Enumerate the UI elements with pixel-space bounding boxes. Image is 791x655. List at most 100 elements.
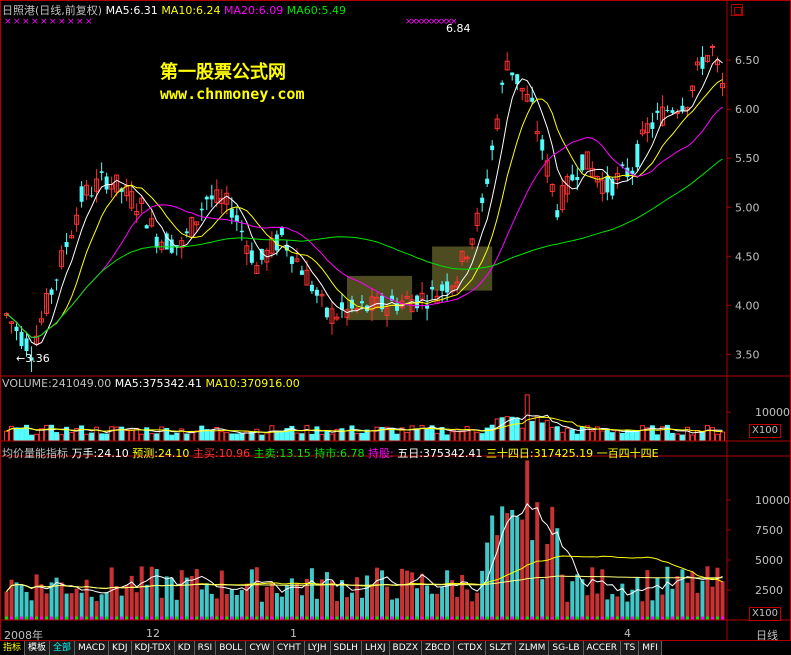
y-ticks: 6.50 6.00 5.50 5.00 4.50 4.00 3.50 10000 10000 75…: [727, 54, 790, 597]
indicator-dot: [100, 616, 104, 620]
price-tick-label: 4.50: [735, 250, 760, 263]
indicator-bar: [194, 569, 199, 620]
indicator-bar: [269, 582, 274, 620]
volume-bar: [314, 426, 320, 442]
low-annotation: ←3.36: [16, 352, 50, 365]
x-axis-month-12: 12: [146, 627, 160, 640]
indicator-bar: [234, 594, 239, 620]
volume-bar: [559, 431, 565, 442]
volume-ma5: MA5:375342.41: [114, 377, 202, 390]
volume-bar: [704, 425, 710, 442]
tab-kdj[interactable]: KDJ: [109, 641, 132, 655]
price-tick-label: 4.00: [735, 299, 760, 312]
signal-marker: ×: [76, 17, 84, 27]
volume-bars: [4, 394, 725, 442]
tab-cyht[interactable]: CYHT: [273, 641, 305, 655]
tab-lhxj[interactable]: LHXJ: [361, 641, 390, 655]
stock-chart[interactable]: × × × × × × × × × × ×××××××××× 6.50 6.00 5.50 5.00 4.5…: [0, 0, 791, 655]
tab-macd[interactable]: MACD: [75, 641, 110, 655]
candle-body: [650, 122, 655, 129]
tab-rsi[interactable]: RSI: [194, 641, 217, 655]
tab-ctdx[interactable]: CTDX: [454, 641, 487, 655]
indicator-bar: [715, 567, 720, 620]
volume-bar: [309, 433, 315, 442]
volume-bar: [14, 427, 20, 442]
indicator-dot: [670, 616, 675, 620]
indicator-dot: [555, 616, 559, 620]
volume-bar: [464, 426, 470, 442]
close-icon[interactable]: [731, 4, 743, 16]
candle-body: [144, 225, 149, 229]
volume-bar: [669, 432, 675, 442]
indicator-dot: [180, 616, 184, 620]
tab-sg-lb[interactable]: SG-LB: [549, 641, 584, 655]
indicator-dot: [525, 616, 529, 620]
indicator-dot: [395, 616, 399, 620]
indicator-dot: [230, 616, 234, 620]
tab-模板[interactable]: 模板: [25, 641, 51, 655]
volume-bar: [449, 431, 455, 442]
indicator-tick-label: 5000: [755, 554, 783, 567]
candle-body: [99, 171, 104, 173]
indicator-dot: [90, 616, 94, 620]
indicator-bar: [289, 578, 294, 620]
volume-bar: [44, 424, 50, 442]
indicator-bar: [14, 582, 19, 620]
price-tick-label: 6.50: [735, 54, 760, 67]
tab-boll[interactable]: BOLL: [216, 641, 247, 655]
signal-marker: ×: [31, 17, 39, 27]
tab-mfi[interactable]: MFI: [639, 641, 662, 655]
volume-bar: [589, 430, 595, 442]
indicator-dot: [535, 616, 539, 620]
volume-bar: [444, 434, 450, 442]
indicator-dot: [110, 616, 114, 620]
tab-lyjh[interactable]: LYJH: [304, 641, 331, 655]
tab-bdzx[interactable]: BDZX: [389, 641, 422, 655]
indicator-dot: [75, 616, 79, 620]
indicator-dot: [200, 616, 204, 620]
tab-zbcd[interactable]: ZBCD: [421, 641, 455, 655]
volume-bar: [304, 424, 310, 442]
volume-bar: [539, 422, 545, 442]
indicator-tick-label: 10000: [755, 494, 790, 507]
indicator-dot: [24, 616, 29, 620]
volume-bar: [249, 432, 255, 442]
indicator-dot: [235, 616, 239, 620]
indicator-dot: [115, 616, 119, 620]
indicator-dot: [530, 616, 534, 620]
indicator-hand: 万手:24.10: [71, 447, 129, 460]
tab-sdlh[interactable]: SDLH: [330, 641, 362, 655]
candle-body: [500, 82, 505, 85]
indicator-dot: [240, 616, 244, 620]
tab-指标[interactable]: 指标: [0, 641, 26, 655]
indicator-bar: [570, 581, 575, 620]
candle-body: [570, 174, 575, 181]
tab-全部[interactable]: 全部: [50, 641, 76, 655]
tab-cyw[interactable]: CYW: [246, 641, 274, 655]
signal-marker: ×: [49, 17, 57, 27]
candle-body: [234, 215, 239, 222]
indicator-bar: [124, 584, 129, 620]
tab-kdj-tdx[interactable]: KDJ-TDX: [131, 641, 175, 655]
candle-body: [279, 227, 284, 236]
volume-bar: [299, 433, 305, 442]
volume-ma10: MA10:370916.00: [205, 377, 300, 390]
indicator-bar: [179, 570, 184, 620]
volume-bar: [629, 430, 635, 442]
tab-ts[interactable]: TS: [621, 641, 640, 655]
tab-slzt[interactable]: SLZT: [486, 641, 516, 655]
indicator-dot: [360, 616, 364, 620]
indicator-dot: [130, 616, 134, 620]
indicator-dot: [305, 616, 309, 620]
signal-marker: ×: [40, 17, 48, 27]
indicator-dot: [490, 616, 494, 620]
volume-bar: [79, 425, 85, 442]
tab-accer[interactable]: ACCER: [583, 641, 622, 655]
indicator-bar: [520, 519, 525, 620]
candle-body: [540, 139, 545, 151]
indicator-dot: [19, 616, 24, 620]
indicator-bar: [635, 576, 640, 620]
tab-kd[interactable]: KD: [174, 641, 195, 655]
price-tick-label: 6.00: [735, 103, 760, 116]
tab-zlmm[interactable]: ZLMM: [515, 641, 550, 655]
